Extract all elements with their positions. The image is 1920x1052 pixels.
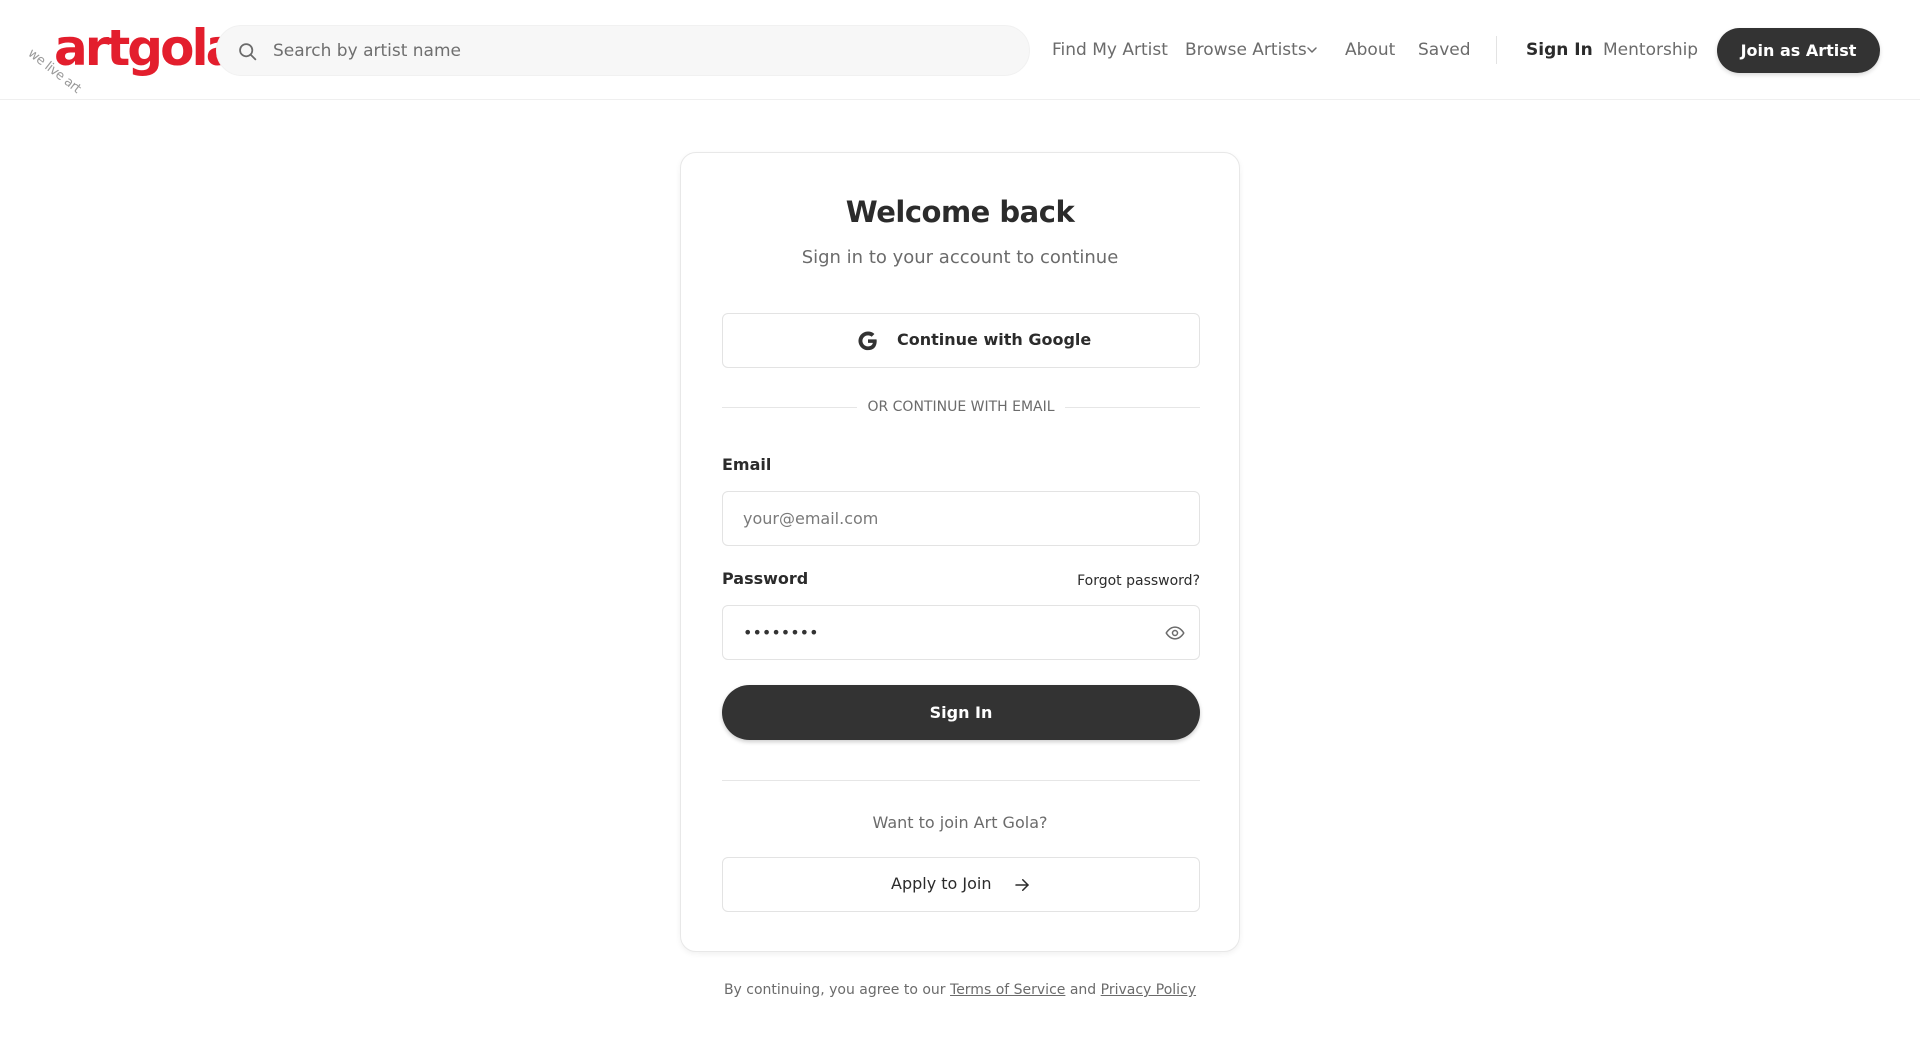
or-divider: OR CONTINUE WITH EMAIL [722, 397, 1200, 417]
join-prompt: Want to join Art Gola? [872, 813, 1048, 832]
arrow-right-icon [1015, 879, 1029, 891]
email-label: Email [722, 455, 772, 474]
section-separator [722, 780, 1200, 781]
nav-about[interactable]: About [1345, 38, 1395, 62]
legal-notice: By continuing, you agree to our Terms of… [0, 982, 1920, 998]
password-label: Password [722, 569, 809, 588]
continue-with-google-button[interactable]: Continue with Google [722, 313, 1200, 368]
chevron-down-icon[interactable] [1306, 44, 1318, 56]
legal-prefix: By continuing, you agree to our [723, 982, 946, 998]
email-field-container[interactable] [722, 491, 1200, 546]
nav-find-my-artist[interactable]: Find My Artist [1052, 38, 1168, 62]
nav-sign-in[interactable]: Sign In [1526, 38, 1593, 62]
privacy-policy-link[interactable]: Privacy Policy [1101, 982, 1196, 998]
apply-button-label: Apply to Join [891, 874, 992, 893]
divider-label: OR CONTINUE WITH EMAIL [722, 399, 1200, 415]
forgot-password-link[interactable]: Forgot password? [1077, 573, 1200, 589]
nav-divider [1496, 36, 1497, 64]
artist-search-bar[interactable] [216, 25, 1030, 76]
artist-search-input[interactable] [273, 26, 1013, 75]
sign-in-button[interactable]: Sign In [722, 685, 1200, 740]
artgola-logo[interactable]: we live art artgola [25, 19, 240, 96]
google-icon [858, 331, 877, 351]
search-icon [239, 43, 257, 61]
eye-icon[interactable] [1165, 623, 1185, 643]
google-button-label: Continue with Google [897, 330, 1092, 349]
email-field[interactable] [743, 492, 1143, 545]
password-field[interactable] [743, 606, 1143, 659]
legal-and: and [1069, 982, 1097, 998]
nav-saved[interactable]: Saved [1418, 38, 1471, 62]
terms-of-service-link[interactable]: Terms of Service [950, 982, 1065, 998]
sign-in-card: Welcome back Sign in to your account to … [680, 152, 1240, 952]
password-field-container[interactable] [722, 605, 1200, 660]
join-as-artist-button[interactable]: Join as Artist [1717, 28, 1880, 73]
top-navigation-bar: we live art artgola Find My Artist Brows… [0, 0, 1920, 100]
nav-mentorship[interactable]: Mentorship [1603, 38, 1698, 62]
page-subtitle: Sign in to your account to continue [801, 247, 1119, 268]
apply-to-join-button[interactable]: Apply to Join [722, 857, 1200, 912]
logo-wordmark: artgola [54, 19, 239, 77]
nav-browse-artists[interactable]: Browse Artists [1185, 38, 1307, 62]
page-title: Welcome back [845, 195, 1075, 229]
